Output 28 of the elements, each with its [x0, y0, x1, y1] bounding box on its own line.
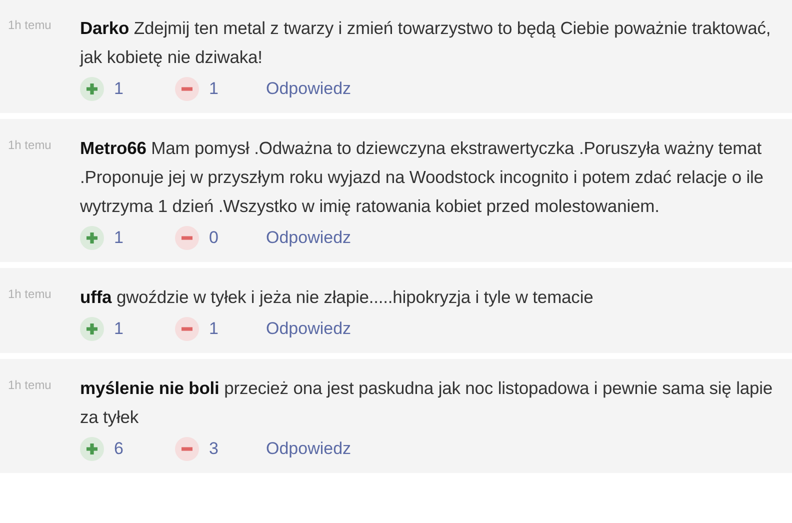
- reply-link[interactable]: Odpowiedz: [266, 79, 352, 99]
- comment-text: myślenie nie boli przecież ona jest paskudna jak noc listopadowa i pewnie sama się lapie za tyłek: [80, 377, 774, 429]
- downvote-count: 1: [208, 79, 220, 99]
- minus-icon[interactable]: [175, 226, 199, 250]
- downvote-count: 0: [208, 228, 220, 248]
- downvote-count: 1: [208, 319, 220, 339]
- upvote-count: 1: [113, 228, 124, 248]
- downvote-count: 3: [208, 439, 220, 459]
- comment-text: Darko Zdejmij ten metal z twarzy i zmień towarzystwo to będą Ciebie poważnie traktować, jak kobietę nie dziwaka!: [80, 17, 772, 69]
- comment-time: 1h temu: [8, 286, 52, 303]
- comment-text: Metro66 Mam pomysł .Odważna to dziewczyna ekstrawertyczka .Poruszyła ważny temat .Proponuje jej w przyszłym roku wyjazd na Woodstock incognito i potem zdać relacje o ile wytrzyma 1 dzień .Wszystko w imię ratowania kobiet przed molestowaniem.: [80, 137, 764, 218]
- upvote-count: 1: [113, 319, 124, 339]
- reply-link[interactable]: Odpowiedz: [266, 319, 352, 339]
- reply-link[interactable]: Odpowiedz: [266, 439, 352, 459]
- comment-text: uffa gwoździe w tyłek i jeża nie złapie.....hipokryzja i tyle w temacie: [80, 286, 594, 309]
- comment-time: 1h temu: [8, 17, 52, 34]
- upvote-count: 6: [113, 439, 124, 459]
- plus-icon[interactable]: [80, 437, 104, 461]
- minus-icon[interactable]: [175, 77, 199, 101]
- minus-icon[interactable]: [175, 317, 199, 341]
- plus-icon[interactable]: [80, 317, 104, 341]
- comment-time: 1h temu: [8, 377, 52, 394]
- upvote-count: 1: [113, 79, 124, 99]
- minus-icon[interactable]: [175, 437, 199, 461]
- plus-icon[interactable]: [80, 77, 104, 101]
- comment-time: 1h temu: [8, 137, 52, 154]
- reply-link[interactable]: Odpowiedz: [266, 228, 352, 248]
- plus-icon[interactable]: [80, 226, 104, 250]
